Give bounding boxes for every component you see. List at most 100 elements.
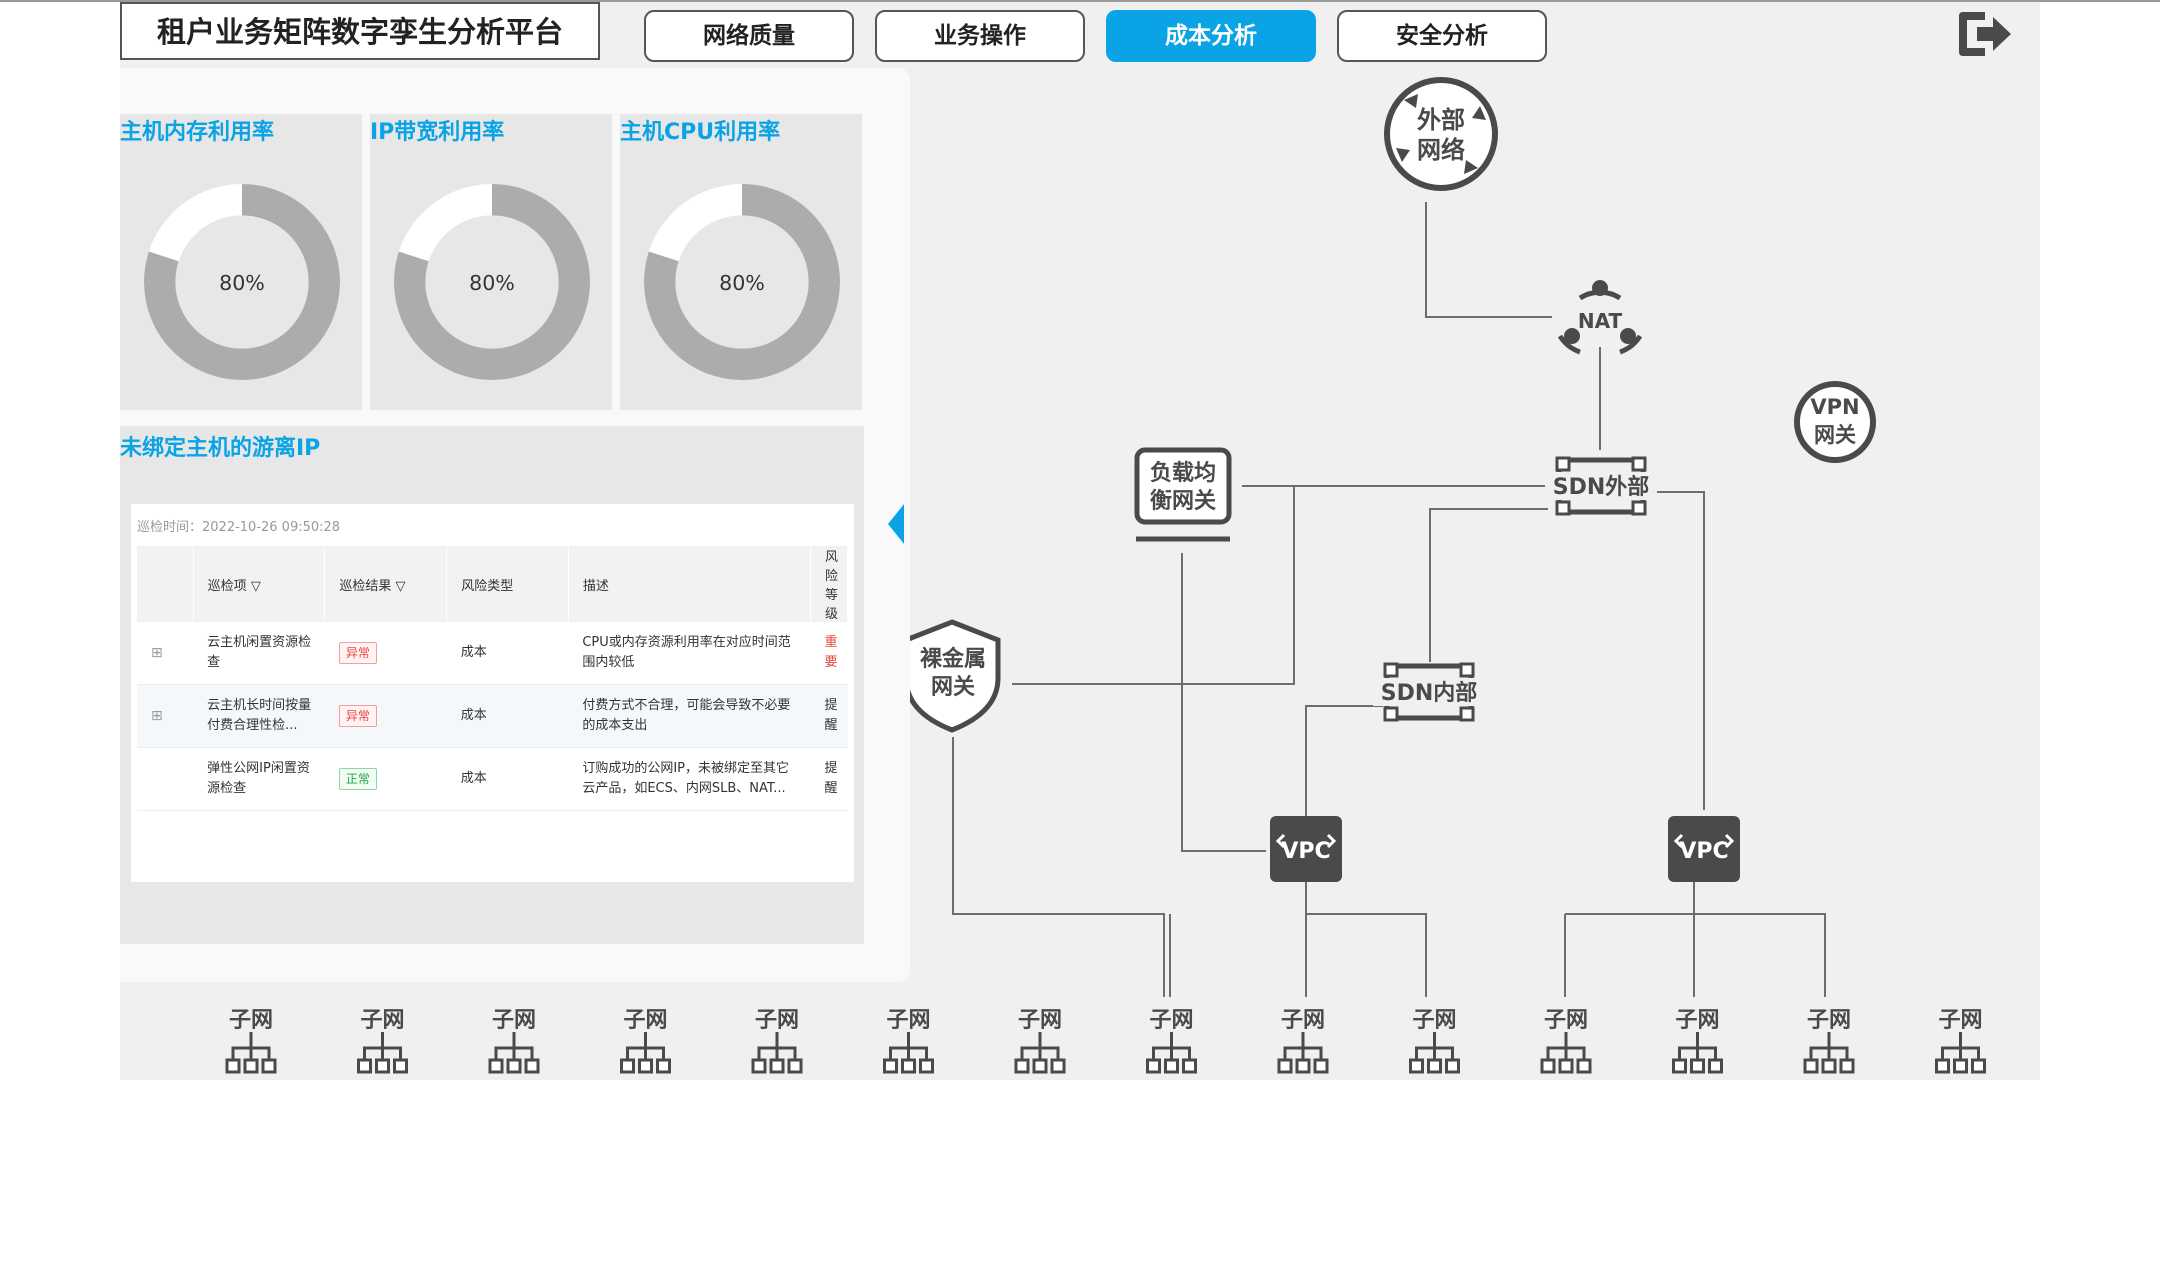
subnet-label: 子网 bbox=[1149, 1008, 1193, 1033]
memory-utilization-card: 主机内存利用率 80% bbox=[120, 114, 362, 410]
description: 付费方式不合理，可能会导致不必要的成本支出 bbox=[568, 684, 811, 748]
link-sdnext-vpc2 bbox=[1648, 491, 1705, 810]
expand-icon[interactable]: ⊞ bbox=[151, 708, 163, 724]
bare-metal-label: 网关 bbox=[931, 675, 975, 700]
subnet-label: 子网 bbox=[1281, 1008, 1325, 1033]
page-title: 租户业务矩阵数字孪生分析平台 bbox=[120, 2, 600, 60]
risk-level: 提醒 bbox=[810, 684, 848, 748]
floating-ip-card: 未绑定主机的游离IP 巡检时间：2022-10-26 09:50:28 巡检项 … bbox=[120, 426, 864, 944]
sdn-label: SDN外部 bbox=[1553, 474, 1650, 500]
table-row[interactable]: 弹性公网IP闲置资源检查 正常 成本 订购成功的公网IP，未被绑定至其它云产品，… bbox=[137, 747, 848, 811]
subnet-label: 子网 bbox=[755, 1008, 799, 1033]
subnet-node[interactable]: 子网 bbox=[1540, 1008, 1592, 1074]
subnet-label: 子网 bbox=[1544, 1008, 1588, 1033]
cpu-gauge: 80% bbox=[644, 184, 840, 380]
cpu-utilization-card: 主机CPU利用率 80% bbox=[620, 114, 862, 410]
logout-icon[interactable] bbox=[1955, 8, 2015, 60]
subnet-node[interactable]: 子网 bbox=[1409, 1008, 1460, 1074]
link-external-nat bbox=[1425, 202, 1552, 318]
description: 订购成功的公网IP，未被绑定至其它云产品，如ECS、内网SLB、NAT... bbox=[568, 747, 811, 811]
vpc-node-1[interactable]: VPC bbox=[1270, 816, 1342, 882]
subnet-label: 子网 bbox=[886, 1008, 930, 1033]
gauge-value: 80% bbox=[469, 271, 515, 295]
subnet-node[interactable]: 子网 bbox=[1672, 1008, 1723, 1074]
subnet-node[interactable]: 子网 bbox=[883, 1008, 934, 1074]
sdn-label: SDN内部 bbox=[1381, 680, 1478, 706]
subnet-node[interactable]: 子网 bbox=[1935, 1008, 1986, 1074]
link-sdnext-sdnint bbox=[1429, 508, 1548, 662]
memory-gauge: 80% bbox=[144, 184, 340, 380]
vpc-label: VPC bbox=[1679, 839, 1728, 864]
expand-column-header bbox=[137, 546, 194, 622]
gauge-title: 主机内存利用率 bbox=[120, 120, 275, 145]
subnet-node[interactable]: 子网 bbox=[357, 1008, 408, 1074]
tab-network-quality[interactable]: 网络质量 bbox=[644, 10, 854, 62]
load-balancer-gateway-node[interactable]: 负载均衡网关 bbox=[1134, 447, 1232, 542]
result-badge: 异常 bbox=[338, 642, 377, 664]
subnet-node[interactable]: 子网 bbox=[620, 1008, 671, 1074]
inspection-table-container: 巡检时间：2022-10-26 09:50:28 巡检项 ▽ 巡检结果 ▽ 风险… bbox=[131, 504, 854, 882]
subnet-node[interactable]: 子网 bbox=[751, 1008, 803, 1074]
subnet-label: 子网 bbox=[229, 1008, 273, 1033]
risk-type: 成本 bbox=[446, 684, 569, 748]
column-header: 风险类型 bbox=[446, 546, 569, 622]
table-row[interactable]: ⊞ 云主机闲置资源检查 异常 成本 CPU或内存资源利用率在对应时间范围内较低 … bbox=[137, 622, 848, 685]
subnet-label: 子网 bbox=[1938, 1008, 1982, 1033]
result-badge: 异常 bbox=[338, 705, 377, 727]
column-header: 风险等级 bbox=[810, 546, 849, 622]
vpc-node-2[interactable]: VPC bbox=[1668, 816, 1740, 882]
vpn-gateway-node[interactable]: VPN 网关 bbox=[1794, 381, 1876, 463]
sdn-internal-node[interactable]: SDN内部 bbox=[1373, 662, 1485, 722]
inspection-item: 云主机闲置资源检查 bbox=[193, 622, 325, 685]
inspection-table: 巡检项 ▽ 巡检结果 ▽ 风险类型 描述 风险等级 ⊞ 云主机闲置资源检查 异常… bbox=[137, 546, 849, 811]
filter-icon[interactable]: ▽ bbox=[251, 579, 261, 594]
filter-icon[interactable]: ▽ bbox=[396, 579, 406, 594]
sdn-external-node[interactable]: SDN外部 bbox=[1545, 456, 1657, 516]
load-balancer-label: 衡网关 bbox=[1150, 488, 1216, 514]
bare-metal-gateway-node[interactable]: 裸金属网关 bbox=[903, 619, 1001, 733]
tab-business-ops[interactable]: 业务操作 bbox=[875, 10, 1085, 62]
external-network-label: 外部 bbox=[1417, 106, 1465, 134]
subnet-node[interactable]: 子网 bbox=[225, 1008, 277, 1074]
column-header: 描述 bbox=[568, 546, 811, 622]
inspection-time: 巡检时间：2022-10-26 09:50:28 bbox=[137, 520, 341, 535]
load-balancer-label: 负载均 bbox=[1150, 460, 1216, 486]
gauge-title: 主机CPU利用率 bbox=[620, 120, 781, 145]
column-header[interactable]: 巡检项 ▽ bbox=[193, 546, 326, 622]
column-header[interactable]: 巡检结果 ▽ bbox=[324, 546, 448, 622]
dashboard-stage: 外部 网络 NAT VPN 网关 SDN外部 SDN内部 负载均 衡网关 裸金属 网关 VPC VPC 子… bbox=[120, 2, 2040, 1080]
bare-metal-label: 裸金属 bbox=[920, 646, 986, 672]
external-network-node[interactable]: 外部网络 bbox=[1384, 77, 1498, 191]
gauge-title: IP带宽利用率 bbox=[370, 120, 505, 145]
table-row[interactable]: ⊞ 云主机长时间按量付费合理性检... 异常 成本 付费方式不合理，可能会导致不… bbox=[137, 684, 848, 748]
gauge-value: 80% bbox=[219, 271, 265, 295]
inspection-item: 弹性公网IP闲置资源检查 bbox=[193, 747, 325, 811]
subnet-node[interactable]: 子网 bbox=[1803, 1008, 1855, 1074]
risk-level: 重要 bbox=[810, 622, 848, 685]
vpc-label: VPC bbox=[1281, 839, 1330, 864]
subnet-node[interactable]: 子网 bbox=[1014, 1008, 1066, 1074]
expand-icon[interactable]: ⊞ bbox=[151, 645, 163, 661]
result-badge: 正常 bbox=[338, 768, 377, 790]
vpn-label: 网关 bbox=[1814, 423, 1856, 447]
tab-security-analysis[interactable]: 安全分析 bbox=[1337, 10, 1547, 62]
nat-label: NAT bbox=[1578, 309, 1623, 333]
subnet-label: 子网 bbox=[492, 1008, 536, 1033]
risk-level: 提醒 bbox=[810, 747, 848, 811]
subnet-label: 子网 bbox=[1807, 1008, 1851, 1033]
subnet-label: 子网 bbox=[360, 1008, 404, 1033]
link-vpc1-subnet bbox=[1306, 913, 1427, 997]
subnet-label: 子网 bbox=[1018, 1008, 1062, 1033]
nat-node[interactable]: NAT bbox=[1557, 280, 1643, 355]
subnet-node[interactable]: 子网 bbox=[1277, 1008, 1329, 1074]
link-lb-vpc1 bbox=[1181, 553, 1266, 852]
tab-cost-analysis[interactable]: 成本分析 bbox=[1106, 10, 1316, 62]
subnet-label: 子网 bbox=[1675, 1008, 1719, 1033]
bandwidth-gauge: 80% bbox=[394, 184, 590, 380]
subnet-node[interactable]: 子网 bbox=[488, 1008, 540, 1074]
collapse-panel-arrow-icon[interactable] bbox=[886, 502, 906, 546]
description: CPU或内存资源利用率在对应时间范围内较低 bbox=[568, 622, 811, 685]
subnet-node[interactable]: 子网 bbox=[1146, 1008, 1197, 1074]
vpn-label: VPN bbox=[1810, 395, 1859, 419]
risk-type: 成本 bbox=[446, 622, 569, 685]
